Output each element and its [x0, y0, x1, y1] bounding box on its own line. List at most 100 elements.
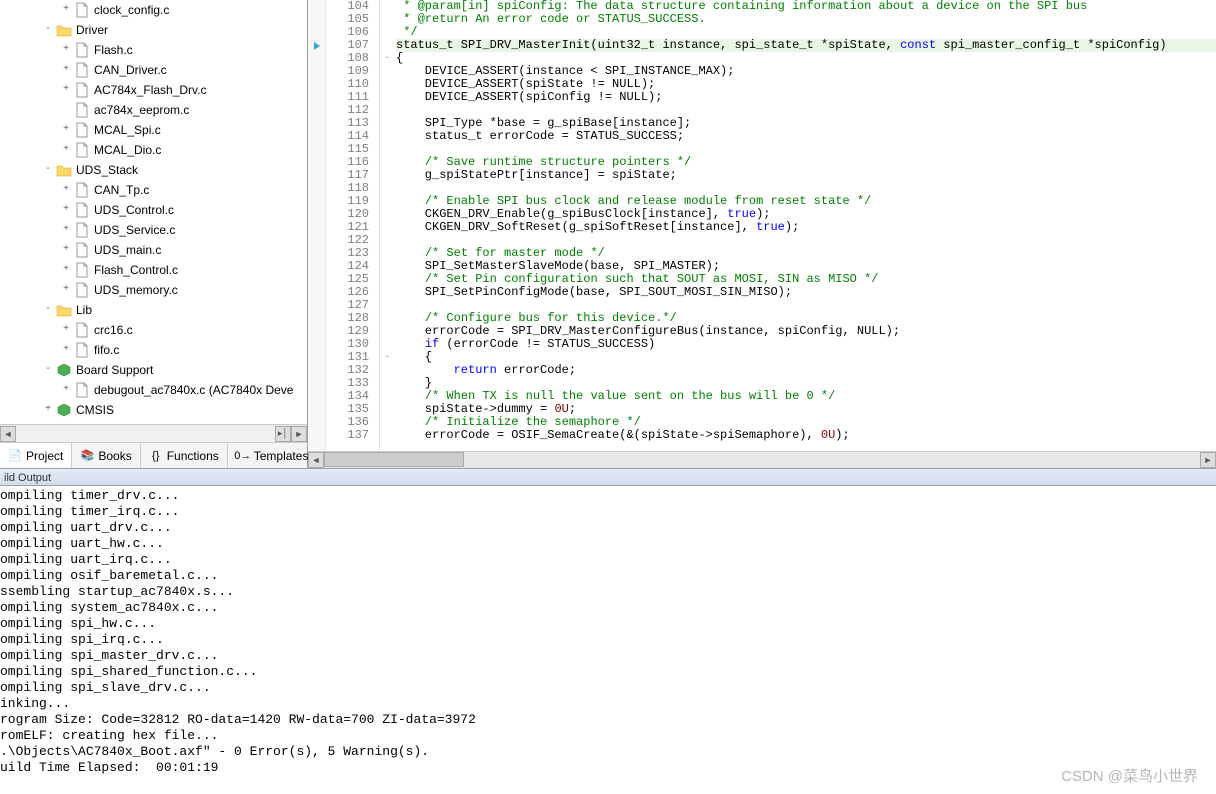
fold-toggle[interactable]: - — [380, 351, 394, 364]
marker[interactable] — [308, 117, 325, 130]
marker[interactable] — [308, 13, 325, 26]
expander-icon[interactable]: + — [60, 244, 72, 256]
fold-toggle[interactable] — [380, 39, 394, 52]
expander-icon[interactable]: + — [60, 64, 72, 76]
marker[interactable] — [308, 286, 325, 299]
code-line[interactable]: return errorCode; — [396, 364, 1216, 377]
tree-item[interactable]: +fifo.c — [2, 340, 307, 360]
tree-item[interactable]: +debugout_ac7840x.c (AC7840x Deve — [2, 380, 307, 400]
code-line[interactable]: SPI_SetPinConfigMode(base, SPI_SOUT_MOSI… — [396, 286, 1216, 299]
marker[interactable] — [308, 234, 325, 247]
fold-toggle[interactable] — [380, 234, 394, 247]
marker[interactable] — [308, 130, 325, 143]
fold-toggle[interactable] — [380, 208, 394, 221]
tree-item[interactable]: +Flash_Control.c — [2, 260, 307, 280]
code-line[interactable]: CKGEN_DRV_SoftReset(g_spiSoftReset[insta… — [396, 221, 1216, 234]
tree-item[interactable]: ac784x_eeprom.c — [2, 100, 307, 120]
fold-toggle[interactable] — [380, 65, 394, 78]
expander-icon[interactable] — [60, 104, 72, 116]
fold-toggle[interactable] — [380, 78, 394, 91]
tree-item[interactable]: -UDS_Stack — [2, 160, 307, 180]
tree-item[interactable]: +crc16.c — [2, 320, 307, 340]
build-output-header[interactable]: ild Output — [0, 468, 1216, 486]
tree-item[interactable]: -Lib — [2, 300, 307, 320]
fold-toggle[interactable] — [380, 130, 394, 143]
fold-toggle[interactable] — [380, 286, 394, 299]
code-line[interactable]: errorCode = OSIF_SemaCreate(&(spiState->… — [396, 429, 1216, 442]
marker[interactable] — [308, 156, 325, 169]
fold-toggle[interactable] — [380, 169, 394, 182]
marker[interactable] — [308, 169, 325, 182]
code-line[interactable]: DEVICE_ASSERT(spiConfig != NULL); — [396, 91, 1216, 104]
marker[interactable] — [308, 364, 325, 377]
fold-toggle[interactable] — [380, 143, 394, 156]
fold-toggle[interactable] — [380, 117, 394, 130]
marker[interactable] — [308, 312, 325, 325]
expander-icon[interactable]: + — [42, 404, 54, 416]
project-tree[interactable]: +clock_config.c-Driver+Flash.c+CAN_Drive… — [0, 0, 307, 424]
fold-toggle[interactable] — [380, 91, 394, 104]
expander-icon[interactable]: - — [42, 24, 54, 36]
fold-toggle[interactable] — [380, 338, 394, 351]
code-line[interactable]: g_spiStatePtr[instance] = spiState; — [396, 169, 1216, 182]
expander-icon[interactable]: + — [60, 324, 72, 336]
tree-item[interactable]: +CMSIS — [2, 400, 307, 420]
fold-toggle[interactable] — [380, 403, 394, 416]
fold-toggle[interactable]: - — [380, 52, 394, 65]
tree-item[interactable]: +Flash.c — [2, 40, 307, 60]
marker[interactable] — [308, 182, 325, 195]
tree-item[interactable]: +CAN_Tp.c — [2, 180, 307, 200]
marker[interactable] — [308, 299, 325, 312]
fold-toggle[interactable] — [380, 325, 394, 338]
fold-toggle[interactable] — [380, 364, 394, 377]
fold-toggle[interactable] — [380, 390, 394, 403]
expander-icon[interactable]: - — [42, 364, 54, 376]
marker[interactable] — [308, 325, 325, 338]
marker[interactable] — [308, 143, 325, 156]
fold-toggle[interactable] — [380, 221, 394, 234]
fold-toggle[interactable] — [380, 429, 394, 442]
tab-functions[interactable]: {}Functions — [141, 443, 228, 468]
tab-books[interactable]: 📚Books — [72, 443, 140, 468]
marker[interactable] — [308, 273, 325, 286]
marker[interactable] — [308, 351, 325, 364]
expander-icon[interactable]: - — [42, 304, 54, 316]
marker[interactable] — [308, 429, 325, 442]
fold-toggle[interactable] — [380, 377, 394, 390]
scroll-right-icon[interactable]: ► — [291, 426, 307, 442]
marker[interactable] — [308, 377, 325, 390]
tab-project[interactable]: 📄Project — [0, 443, 72, 468]
sidebar-hscroll[interactable]: ◄ ▸│ ► — [0, 424, 307, 442]
expander-icon[interactable]: + — [60, 264, 72, 276]
scroll-right-icon[interactable]: ► — [1200, 452, 1216, 468]
expander-icon[interactable]: + — [60, 204, 72, 216]
marker[interactable] — [308, 403, 325, 416]
tree-item[interactable]: +AC784x_Flash_Drv.c — [2, 80, 307, 100]
fold-toggle[interactable] — [380, 299, 394, 312]
fold-toggle[interactable] — [380, 260, 394, 273]
tree-item[interactable]: +UDS_memory.c — [2, 280, 307, 300]
marker[interactable] — [308, 104, 325, 117]
expander-icon[interactable]: + — [60, 124, 72, 136]
fold-toggle[interactable] — [380, 0, 394, 13]
expander-icon[interactable]: + — [60, 144, 72, 156]
fold-toggle[interactable] — [380, 156, 394, 169]
expander-icon[interactable]: + — [60, 84, 72, 96]
tree-item[interactable]: +clock_config.c — [2, 0, 307, 20]
tree-item[interactable]: -Board Support — [2, 360, 307, 380]
expander-icon[interactable]: + — [60, 44, 72, 56]
expander-icon[interactable]: + — [60, 284, 72, 296]
scroll-left-icon[interactable]: ◄ — [308, 452, 324, 468]
marker[interactable] — [308, 78, 325, 91]
marker[interactable] — [308, 65, 325, 78]
fold-toggle[interactable] — [380, 247, 394, 260]
expander-icon[interactable]: + — [60, 184, 72, 196]
fold-toggle[interactable] — [380, 26, 394, 39]
marker[interactable] — [308, 416, 325, 429]
expander-icon[interactable]: + — [60, 384, 72, 396]
marker[interactable] — [308, 338, 325, 351]
fold-toggle[interactable] — [380, 273, 394, 286]
code-content[interactable]: * @param[in] spiConfig: The data structu… — [394, 0, 1216, 451]
marker[interactable] — [308, 247, 325, 260]
marker[interactable] — [308, 260, 325, 273]
